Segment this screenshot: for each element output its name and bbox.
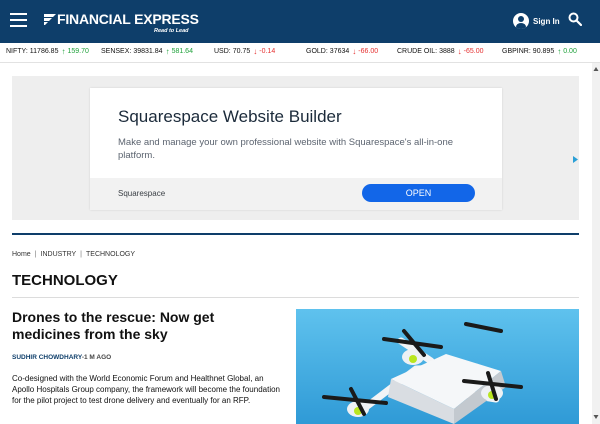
breadcrumb-industry[interactable]: INDUSTRY [41, 251, 77, 258]
hamburger-menu-icon[interactable] [10, 13, 27, 27]
ticker-change: 0.00 [563, 48, 577, 55]
ad-card[interactable]: Squarespace Website Builder Make and man… [90, 88, 502, 210]
arrow-down-icon: ↓ [352, 47, 357, 56]
brand-tagline: Read to Lead [154, 28, 189, 34]
ad-title[interactable]: Squarespace Website Builder [118, 107, 342, 127]
breadcrumb: Home | INDUSTRY | TECHNOLOGY [12, 251, 135, 258]
arrow-down-icon: ↓ [253, 47, 258, 56]
ticker-value: 70.75 [232, 48, 251, 55]
ticker-item-sensex[interactable]: SENSEX: 39831.84 ↑ 581.64 [101, 47, 193, 56]
ad-brand: Squarespace [118, 189, 166, 198]
sign-in-button[interactable]: Sign In [513, 13, 560, 29]
breadcrumb-separator: | [80, 251, 82, 258]
ticker-name: CRUDE OIL: [397, 48, 438, 55]
ticker-change: -66.00 [358, 48, 379, 55]
ticker-value: 11786.85 [29, 48, 59, 55]
ticker-change: -65.00 [463, 48, 484, 55]
breadcrumb-technology[interactable]: TECHNOLOGY [86, 251, 135, 258]
ticker-change: 581.64 [171, 48, 193, 55]
ad-description: Make and manage your own professional we… [118, 137, 454, 161]
ticker-value: 39831.84 [133, 48, 163, 55]
ticker-change: 159.70 [67, 48, 89, 55]
article-author[interactable]: SUDHIR CHOWDHARY [12, 354, 82, 361]
ticker-name: GBPINR: [502, 48, 531, 55]
ticker-item-gold[interactable]: GOLD: 37634 ↓ -66.00 [306, 47, 379, 56]
user-avatar-icon [513, 13, 529, 29]
logo-mark-icon [44, 14, 56, 25]
ticker-name: SENSEX: [101, 48, 132, 55]
title-divider [12, 297, 579, 298]
article-byline: SUDHIR CHOWDHARY-1 M AGO [12, 354, 112, 361]
ad-choices-icon[interactable] [572, 156, 579, 163]
ticker-value: 37634 [329, 48, 350, 55]
ad-footer: Squarespace OPEN [90, 178, 502, 210]
article-summary: Co-designed with the World Economic Foru… [12, 374, 280, 405]
article-headline[interactable]: Drones to the rescue: Now get medicines … [12, 309, 282, 343]
page-title: TECHNOLOGY [12, 272, 118, 289]
ticker-item-crude-oil[interactable]: CRUDE OIL: 3888 ↓ -65.00 [397, 47, 484, 56]
ticker-value: 90.895 [532, 48, 555, 55]
ticker-change: -0.14 [259, 48, 276, 55]
ticker-name: NIFTY: [6, 48, 28, 55]
arrow-up-icon: ↑ [61, 47, 66, 56]
ticker-name: USD: [214, 48, 231, 55]
arrow-up-icon: ↑ [557, 47, 562, 56]
ticker-item-nifty[interactable]: NIFTY: 11786.85 ↑ 159.70 [6, 47, 89, 56]
ticker-value: 3888 [439, 48, 455, 55]
ticker-item-gbpinr[interactable]: GBPINR: 90.895 ↑ 0.00 [502, 47, 577, 56]
brand-name: FINANCIAL EXPRESS [57, 11, 199, 27]
arrow-down-icon: ↓ [457, 47, 462, 56]
market-ticker: NIFTY: 11786.85 ↑ 159.70 SENSEX: 39831.8… [0, 43, 600, 63]
article-image[interactable] [296, 309, 579, 424]
advertisement-banner: Squarespace Website Builder Make and man… [12, 76, 579, 220]
ticker-name: GOLD: [306, 48, 328, 55]
breadcrumb-home[interactable]: Home [12, 251, 31, 258]
ad-open-button[interactable]: OPEN [362, 184, 475, 202]
site-header: FINANCIAL EXPRESS Read to Lead Sign In [0, 0, 600, 43]
page-scrollbar[interactable] [592, 63, 600, 424]
article-time: 1 M AGO [84, 354, 112, 361]
arrow-up-icon: ↑ [165, 47, 170, 56]
sign-in-label: Sign In [533, 16, 560, 26]
breadcrumb-separator: | [34, 251, 37, 258]
section-divider [12, 233, 579, 235]
ticker-item-usd[interactable]: USD: 70.75 ↓ -0.14 [214, 47, 276, 56]
search-icon[interactable] [568, 12, 582, 26]
